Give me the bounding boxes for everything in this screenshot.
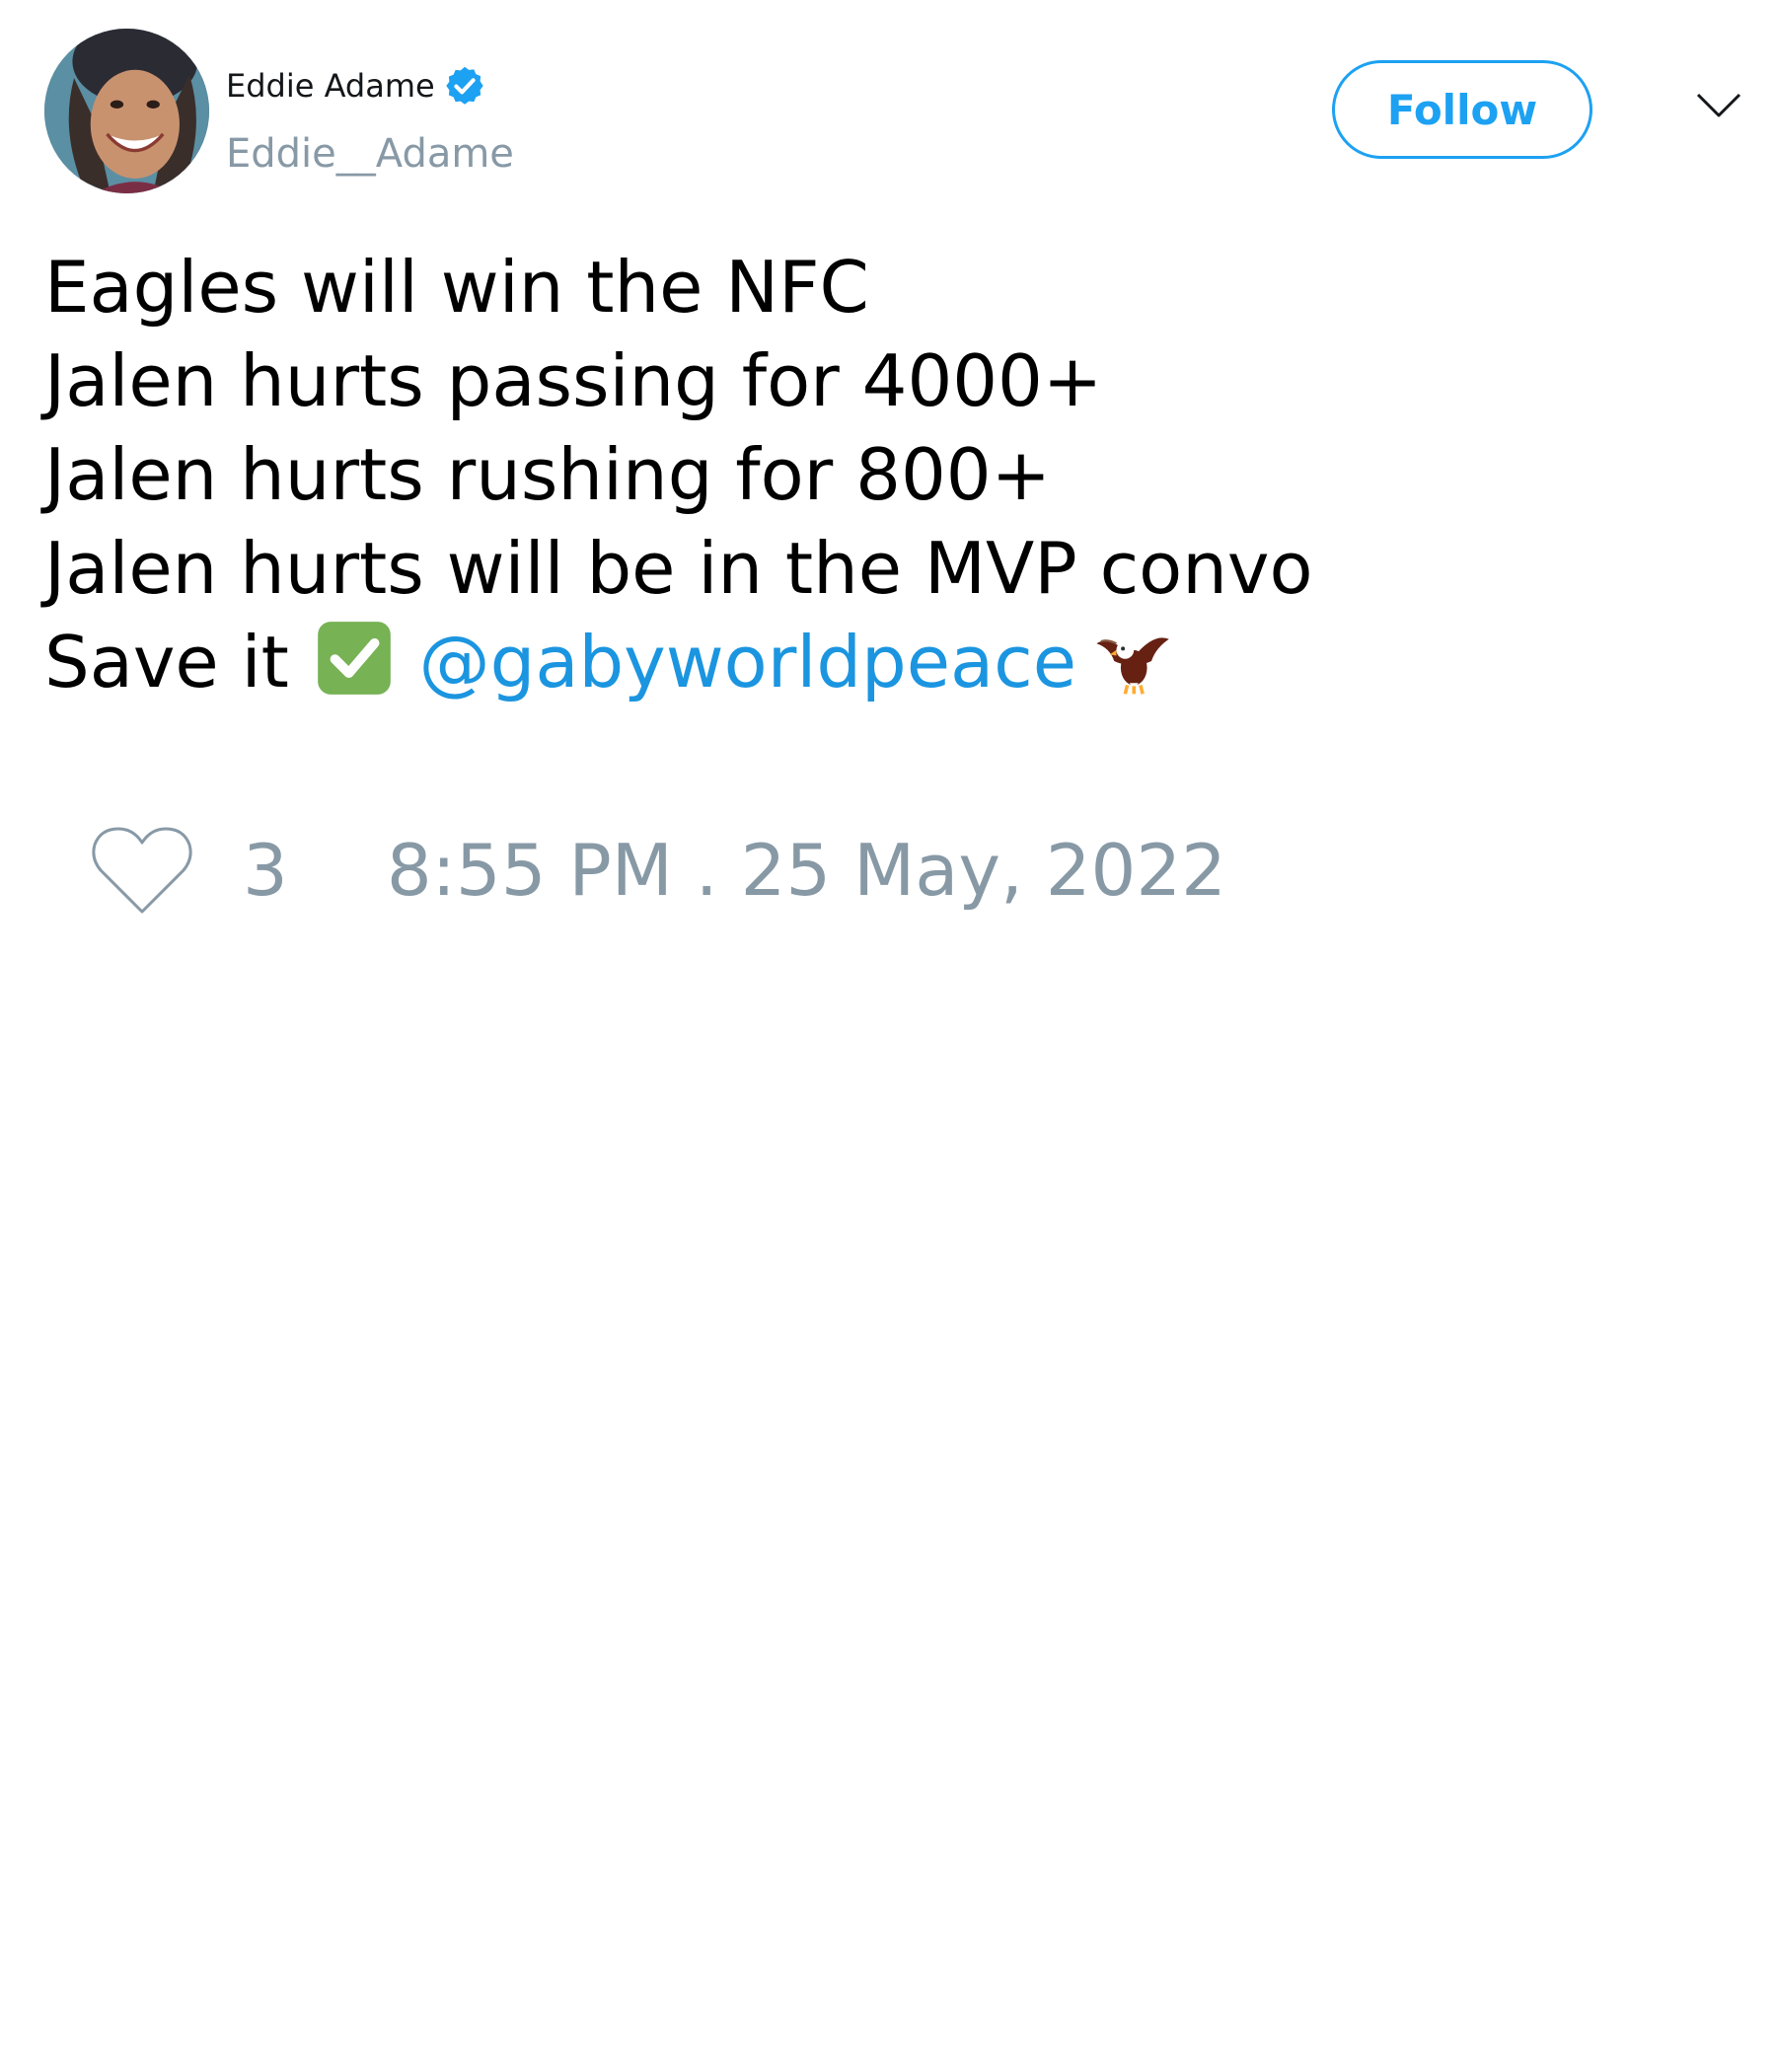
- tweet-actions: 3 8:55 PM . 25 May, 2022: [89, 823, 1226, 918]
- chevron-down-icon[interactable]: [1695, 91, 1742, 120]
- author-name-row[interactable]: Eddie Adame: [226, 64, 486, 108]
- tweet-last-line: Save it @gabyworldpeace: [44, 616, 1313, 709]
- check-mark-icon: [316, 620, 393, 697]
- timestamp[interactable]: 8:55 PM . 25 May, 2022: [387, 823, 1226, 918]
- tweet-line: Jalen hurts passing for 4000+: [44, 339, 1103, 422]
- tweet-card: Eddie Adame Eddie__Adame Follow Eagles w…: [0, 0, 1776, 2072]
- eagle-icon: [1092, 622, 1171, 701]
- author-handle[interactable]: Eddie__Adame: [226, 130, 514, 178]
- verified-badge-icon: [443, 64, 486, 108]
- follow-button[interactable]: Follow: [1332, 60, 1592, 159]
- heart-icon[interactable]: [89, 823, 195, 918]
- tweet-line: Eagles will win the NFC: [44, 246, 869, 329]
- save-it-text: Save it: [44, 621, 312, 703]
- display-name[interactable]: Eddie Adame: [226, 66, 435, 106]
- tweet-line: Jalen hurts rushing for 800+: [44, 433, 1051, 516]
- tweet-text: Eagles will win the NFC Jalen hurts pass…: [44, 241, 1313, 709]
- tweet-line: Jalen hurts will be in the MVP convo: [44, 527, 1313, 610]
- avatar-photo: [44, 29, 209, 193]
- mention-link[interactable]: @gabyworldpeace: [419, 621, 1076, 703]
- like-count: 3: [243, 829, 288, 912]
- avatar[interactable]: [44, 29, 209, 193]
